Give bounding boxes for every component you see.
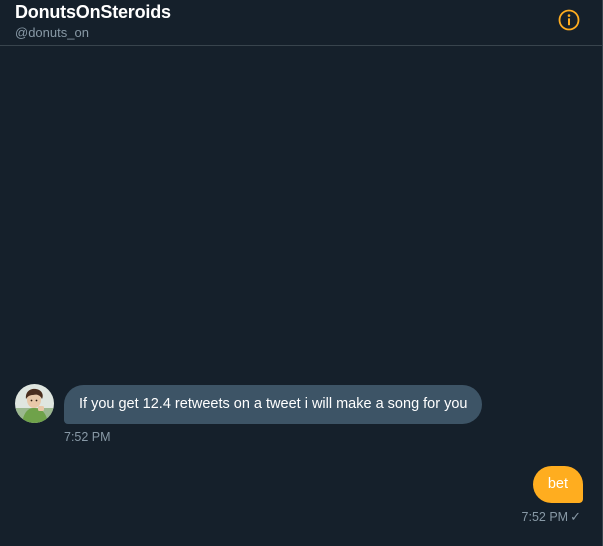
avatar[interactable]: [15, 384, 54, 423]
incoming-message-time: 7:52 PM: [64, 430, 111, 444]
conversation-header: DonutsOnSteroids @donuts_on: [0, 0, 602, 46]
outgoing-message-bubble[interactable]: bet: [532, 466, 583, 503]
conversation-handle[interactable]: @donuts_on: [15, 25, 89, 40]
conversation-title[interactable]: DonutsOnSteroids: [15, 2, 171, 23]
check-icon: ✓: [570, 509, 581, 524]
outgoing-message-time: 7:52 PM: [521, 510, 569, 524]
outgoing-message-status: 7:52 PM ✓: [522, 509, 581, 525]
incoming-message-bubble[interactable]: If you get 12.4 retweets on a tweet i wi…: [64, 385, 483, 424]
info-icon[interactable]: [558, 9, 580, 31]
conversation-window: DonutsOnSteroids @donuts_on If you get 1…: [0, 0, 603, 546]
